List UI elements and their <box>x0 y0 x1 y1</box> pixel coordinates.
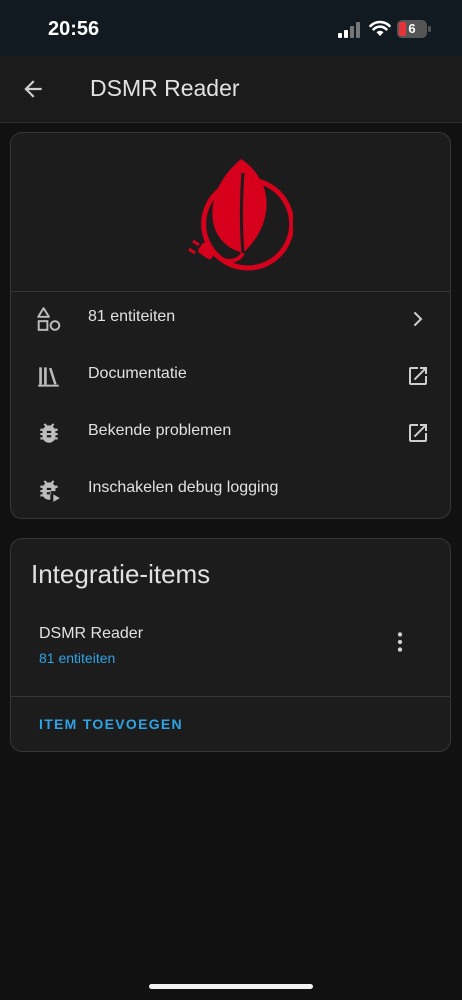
page-title: DSMR Reader <box>90 75 240 101</box>
back-arrow-icon[interactable] <box>20 76 46 102</box>
chevron-right-icon <box>414 312 423 326</box>
open-in-new-icon <box>409 367 427 385</box>
documentation-label: Documentatie <box>88 365 187 382</box>
entities-label: 81 entiteiten <box>88 308 176 325</box>
entities-row[interactable]: 81 entiteiten <box>11 291 450 347</box>
battery-level: 6 <box>408 21 416 36</box>
integration-item-entities-link[interactable]: 81 entiteiten <box>39 650 115 666</box>
bug-icon <box>40 423 58 443</box>
debug-logging-row[interactable]: Inschakelen debug logging <box>11 462 450 518</box>
status-bar: 20:56 6 <box>0 0 462 56</box>
divider <box>11 696 450 697</box>
more-vert-icon[interactable] <box>387 629 413 655</box>
cellular-signal-icon <box>338 22 360 38</box>
known-issues-label: Bekende problemen <box>88 422 232 439</box>
known-issues-row[interactable]: Bekende problemen <box>11 405 450 461</box>
integration-item-name[interactable]: DSMR Reader <box>39 625 143 643</box>
integration-info-card: 81 entiteiten Documentatie Bekende probl… <box>10 132 451 519</box>
dsmr-reader-logo <box>188 159 293 271</box>
home-indicator[interactable] <box>149 984 313 989</box>
add-item-button[interactable]: ITEM TOEVOEGEN <box>39 716 183 732</box>
app-header: DSMR Reader <box>0 56 462 123</box>
status-time: 20:56 <box>48 18 100 40</box>
library-books-icon <box>38 367 59 387</box>
documentation-row[interactable]: Documentatie <box>11 348 450 404</box>
shapes-icon <box>37 307 61 331</box>
integration-items-card: Integratie-items DSMR Reader 81 entiteit… <box>10 538 451 752</box>
wifi-icon <box>369 20 391 36</box>
debug-logging-label: Inschakelen debug logging <box>88 479 279 496</box>
section-title: Integratie-items <box>31 559 211 589</box>
bug-play-icon <box>40 480 60 502</box>
open-in-new-icon <box>409 424 427 442</box>
